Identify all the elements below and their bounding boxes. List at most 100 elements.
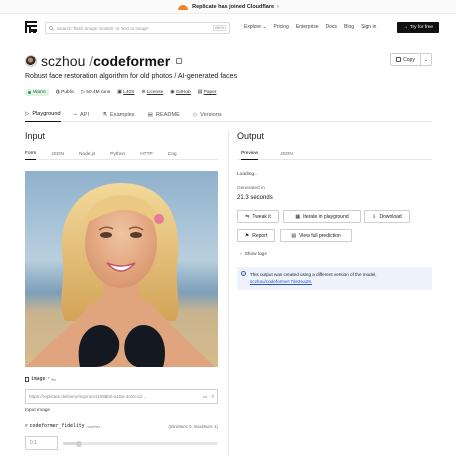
subtab-nodejs[interactable]: Node.js: [79, 152, 95, 157]
view-full-prediction-button[interactable]: ▤ View full prediction: [280, 229, 352, 242]
paper-label: Paper: [203, 90, 217, 95]
close-icon[interactable]: ×: [211, 394, 214, 400]
play-icon: ▷: [25, 111, 30, 117]
subtab-form[interactable]: Form: [25, 149, 37, 160]
model-owner[interactable]: sczhou: [41, 53, 85, 69]
version-notice: i This output was created using a differ…: [237, 267, 432, 290]
image-help-text: Input image: [25, 408, 51, 413]
required-marker: *: [47, 377, 50, 382]
tab-label: API: [80, 111, 90, 118]
nav-explore[interactable]: Explore ⌄: [244, 24, 267, 30]
notice-text: This output was created using a differen…: [250, 272, 377, 277]
hardware-label: L40S: [123, 90, 135, 95]
subtab-json[interactable]: JSON: [51, 152, 64, 157]
fidelity-input[interactable]: 0.1: [25, 436, 58, 450]
status-dot-icon: [28, 91, 31, 94]
subtab-http[interactable]: HTTP: [140, 152, 153, 157]
show-logs-label: Show logs: [244, 252, 267, 257]
version-link[interactable]: sczhou/codeformer:7de2ea26.: [250, 279, 312, 284]
tab-label: Versions: [200, 111, 222, 118]
clipboard-icon: [396, 57, 402, 62]
model-name: codeformer: [93, 53, 171, 69]
document-icon: ▤: [291, 232, 297, 239]
avatar[interactable]: [25, 55, 37, 67]
chip-icon: ▣: [117, 90, 122, 95]
chevron-down-icon: ⌄: [262, 24, 267, 30]
chevron-down-icon[interactable]: ⌄: [420, 54, 431, 65]
column-divider: [228, 130, 229, 456]
subtab-output-json[interactable]: JSON: [280, 152, 293, 157]
nav-explore-label: Explore: [244, 24, 261, 30]
subtab-python[interactable]: Python: [110, 152, 125, 157]
image-url-field[interactable]: https://replicate.delivery/mgxm/a11098b0…: [25, 389, 218, 404]
download-button[interactable]: ⇩ Download: [364, 210, 410, 223]
subtab-cog[interactable]: Cog: [168, 152, 177, 157]
model-header: sczhou /codeformer: [25, 53, 183, 69]
github-label: GitHub: [175, 90, 191, 95]
output-subtabs: Preview JSON: [237, 149, 432, 160]
nav-enterprise[interactable]: Enterprise: [296, 24, 319, 30]
folder-icon[interactable]: ▭: [203, 394, 207, 400]
report-button[interactable]: ⚑ Report: [237, 229, 275, 242]
copy-label: Copy: [403, 56, 415, 63]
arrow-right-icon: →: [402, 25, 408, 30]
tab-examples[interactable]: ⚗ Examples: [102, 107, 135, 122]
document-icon: ▤: [147, 111, 153, 118]
subtab-preview[interactable]: Preview: [241, 149, 259, 160]
chevron-right-icon: ›: [240, 252, 242, 257]
plug-icon: ⌁: [73, 111, 77, 118]
model-tabs: ▷ Playground ⌁ API ⚗ Examples ▤ README ◇ Vers…: [25, 107, 432, 122]
page-title: sczhou /codeformer: [41, 53, 170, 69]
fidelity-label: codeformer_fidelity: [29, 424, 85, 429]
nav-blog[interactable]: Blog: [344, 24, 354, 30]
github-link[interactable]: ◉ GitHub: [170, 90, 190, 95]
slider-handle[interactable]: [75, 440, 82, 447]
iterate-in-playground-button[interactable]: ▦ Iterate in playground: [283, 210, 361, 223]
nav-pricing[interactable]: Pricing: [274, 24, 289, 30]
search-input[interactable]: Search 'flash image models' or 'text to …: [45, 22, 230, 34]
license-link[interactable]: ⊜ License: [141, 90, 163, 95]
button-label: Iterate in playground: [303, 213, 349, 220]
portrait-photo: [25, 171, 218, 367]
hardware-link[interactable]: ▣ L40S: [117, 90, 134, 95]
tab-api[interactable]: ⌁ API: [74, 107, 89, 122]
banner-text: Replicate has joined Cloudflare: [192, 3, 275, 10]
input-title: Input: [25, 131, 46, 141]
tab-readme[interactable]: ▤ README: [148, 107, 180, 122]
show-logs-toggle[interactable]: › Show logs: [240, 252, 267, 257]
banner-arrow-icon: ›: [277, 3, 279, 10]
github-icon: ◉: [170, 90, 175, 95]
loading-text: Loading...: [237, 172, 259, 177]
try-for-free-button[interactable]: → Try for free: [397, 22, 439, 33]
tab-playground[interactable]: ▷ Playground: [25, 107, 61, 122]
image-file-icon: [25, 377, 29, 382]
replicate-logo-icon[interactable]: [25, 21, 37, 33]
nav-docs[interactable]: Docs: [326, 24, 337, 30]
search-icon: [49, 25, 54, 31]
generated-in-label: Generated in: [237, 186, 265, 191]
flask-icon: ⚗: [102, 111, 108, 118]
tweak-it-button[interactable]: ⇋ Tweak it: [237, 210, 279, 223]
announcement-banner[interactable]: Replicate has joined Cloudflare ›: [0, 0, 456, 14]
copy-button[interactable]: Copy ⌄: [390, 53, 432, 66]
fidelity-slider[interactable]: [63, 440, 218, 447]
nav-sign-in[interactable]: Sign in: [361, 24, 376, 30]
image-field-label: image * file: [25, 377, 56, 382]
output-title: Output: [237, 131, 265, 141]
license-icon: ⊜: [141, 90, 146, 95]
visibility: ◍ Public: [56, 90, 75, 95]
play-icon: ▷: [81, 90, 85, 95]
input-image-preview[interactable]: [25, 171, 218, 367]
cloudflare-logo-icon: [177, 4, 189, 10]
paper-link[interactable]: ▤ Paper: [198, 90, 217, 95]
search-shortcut: ctrl+k: [212, 25, 226, 31]
image-url-value: https://replicate.delivery/mgxm/a11098b0…: [29, 394, 147, 399]
fidelity-field-label: # codeformer_fidelity number (minimum: 0…: [25, 424, 218, 429]
nav-links: Explore ⌄ Pricing Enterprise Docs Blog S…: [244, 24, 376, 30]
tab-versions[interactable]: ◇ Versions: [193, 107, 222, 122]
top-nav: Search 'flash image models' or 'text to …: [0, 18, 456, 38]
tab-label: README: [155, 111, 180, 118]
license-label: License: [146, 90, 164, 95]
copy-icon[interactable]: [176, 58, 183, 64]
shield-icon: ◇: [192, 111, 198, 118]
